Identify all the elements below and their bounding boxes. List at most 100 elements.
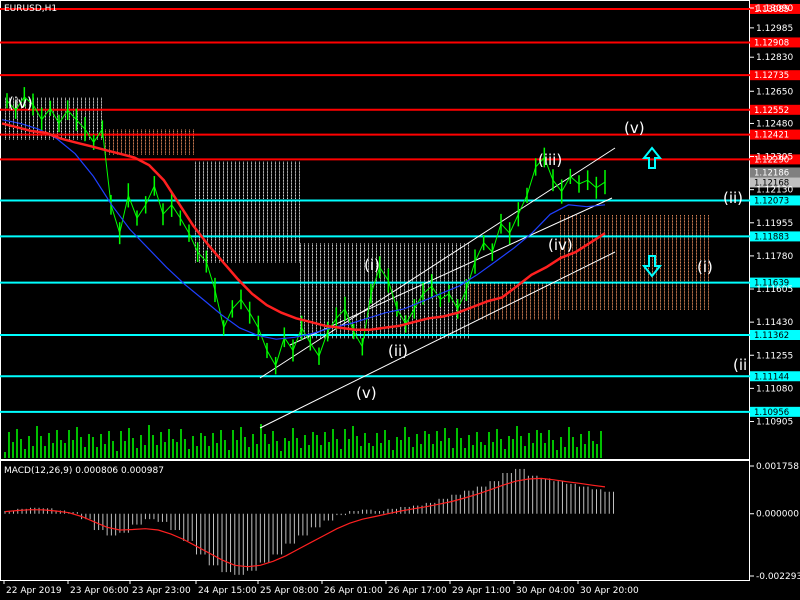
cloud-dot bbox=[69, 99, 70, 101]
cloud-dot bbox=[207, 191, 208, 193]
cloud-dot bbox=[384, 276, 385, 278]
cloud-dot bbox=[251, 229, 252, 231]
cloud-dot bbox=[223, 193, 224, 195]
cloud-dot bbox=[219, 219, 220, 221]
cloud-dot bbox=[283, 237, 284, 239]
cloud-dot bbox=[392, 305, 393, 307]
cloud-dot bbox=[408, 264, 409, 266]
cloud-dot bbox=[316, 284, 317, 286]
cloud-dot bbox=[412, 297, 413, 299]
cloud-dot bbox=[295, 250, 296, 252]
cloud-dot bbox=[263, 181, 264, 183]
cloud-dot bbox=[316, 270, 317, 272]
cloud-dot bbox=[283, 254, 284, 256]
cloud-dot bbox=[215, 217, 216, 219]
cloud-dot bbox=[328, 297, 329, 299]
cloud-dot bbox=[295, 261, 296, 263]
cloud-dot bbox=[380, 243, 381, 245]
cloud-dot bbox=[336, 250, 337, 252]
cloud-dot bbox=[239, 213, 240, 215]
cloud-dot bbox=[404, 244, 405, 246]
cloud-dot bbox=[41, 135, 42, 137]
cloud-dot bbox=[332, 252, 333, 254]
cloud-dot bbox=[145, 150, 146, 152]
cloud-dot bbox=[287, 169, 288, 171]
cloud-dot bbox=[392, 279, 393, 281]
cloud-dot bbox=[243, 222, 244, 224]
cloud-dot bbox=[227, 191, 228, 193]
cloud-dot bbox=[271, 164, 272, 166]
cloud-dot bbox=[384, 249, 385, 251]
volume-bar bbox=[520, 436, 522, 458]
cloud-dot bbox=[299, 167, 300, 169]
cloud-dot bbox=[247, 196, 248, 198]
cloud-dot bbox=[364, 250, 365, 252]
cloud-dot bbox=[388, 254, 389, 256]
cloud-dot bbox=[308, 326, 309, 328]
cloud-dot bbox=[61, 99, 62, 101]
cloud-dot bbox=[89, 124, 90, 126]
cloud-dot bbox=[223, 191, 224, 193]
cloud-dot bbox=[239, 232, 240, 234]
cloud-dot bbox=[113, 135, 114, 137]
cloud-dot bbox=[231, 161, 232, 163]
volume-bar bbox=[288, 441, 290, 458]
cloud-dot bbox=[177, 138, 178, 140]
cloud-dot bbox=[316, 326, 317, 328]
cloud-dot bbox=[299, 217, 300, 219]
cloud-dot bbox=[89, 111, 90, 113]
cloud-dot bbox=[404, 257, 405, 259]
cloud-dot bbox=[173, 153, 174, 155]
cloud-dot bbox=[195, 210, 196, 212]
cloud-dot bbox=[223, 226, 224, 228]
cloud-dot bbox=[299, 258, 300, 260]
cloud-dot bbox=[324, 258, 325, 260]
cloud-dot bbox=[304, 278, 305, 280]
cloud-dot bbox=[227, 172, 228, 174]
cloud-dot bbox=[420, 303, 421, 305]
cloud-dot bbox=[356, 276, 357, 278]
cloud-dot bbox=[77, 126, 78, 128]
cloud-dot bbox=[308, 285, 309, 287]
cloud-dot bbox=[263, 161, 264, 163]
cloud-dot bbox=[227, 261, 228, 263]
cloud-dot bbox=[193, 147, 194, 149]
cloud-dot bbox=[287, 178, 288, 180]
cloud-dot bbox=[408, 243, 409, 245]
cloud-dot bbox=[45, 97, 46, 99]
cloud-dot bbox=[352, 287, 353, 289]
volume-bar bbox=[8, 432, 10, 458]
cloud-dot bbox=[259, 167, 260, 169]
cloud-dot bbox=[195, 178, 196, 180]
cloud-dot bbox=[199, 161, 200, 163]
cloud-dot bbox=[356, 285, 357, 287]
cloud-dot bbox=[161, 152, 162, 154]
volume-bar bbox=[572, 437, 574, 458]
cloud-dot bbox=[380, 319, 381, 321]
cloud-dot bbox=[368, 276, 369, 278]
cloud-dot bbox=[344, 273, 345, 275]
cloud-dot bbox=[251, 255, 252, 257]
cloud-dot bbox=[400, 246, 401, 248]
price-chart[interactable]: 1.130851.129081.127351.125521.124211.122… bbox=[0, 0, 800, 600]
cloud-dot bbox=[299, 237, 300, 239]
cloud-dot bbox=[312, 279, 313, 281]
cloud-dot bbox=[300, 323, 301, 325]
cloud-dot bbox=[291, 246, 292, 248]
cloud-dot bbox=[239, 223, 240, 225]
cloud-dot bbox=[259, 205, 260, 207]
cloud-dot bbox=[348, 290, 349, 292]
cloud-dot bbox=[408, 294, 409, 296]
cloud-dot bbox=[211, 210, 212, 212]
cloud-dot bbox=[223, 211, 224, 213]
cloud-dot bbox=[412, 257, 413, 259]
cloud-dot bbox=[13, 112, 14, 114]
cloud-dot bbox=[275, 188, 276, 190]
cloud-dot bbox=[420, 311, 421, 313]
cloud-dot bbox=[396, 261, 397, 263]
cloud-dot bbox=[356, 288, 357, 290]
cloud-dot bbox=[211, 228, 212, 230]
cloud-dot bbox=[356, 293, 357, 295]
cloud-dot bbox=[352, 319, 353, 321]
cloud-dot bbox=[219, 190, 220, 192]
